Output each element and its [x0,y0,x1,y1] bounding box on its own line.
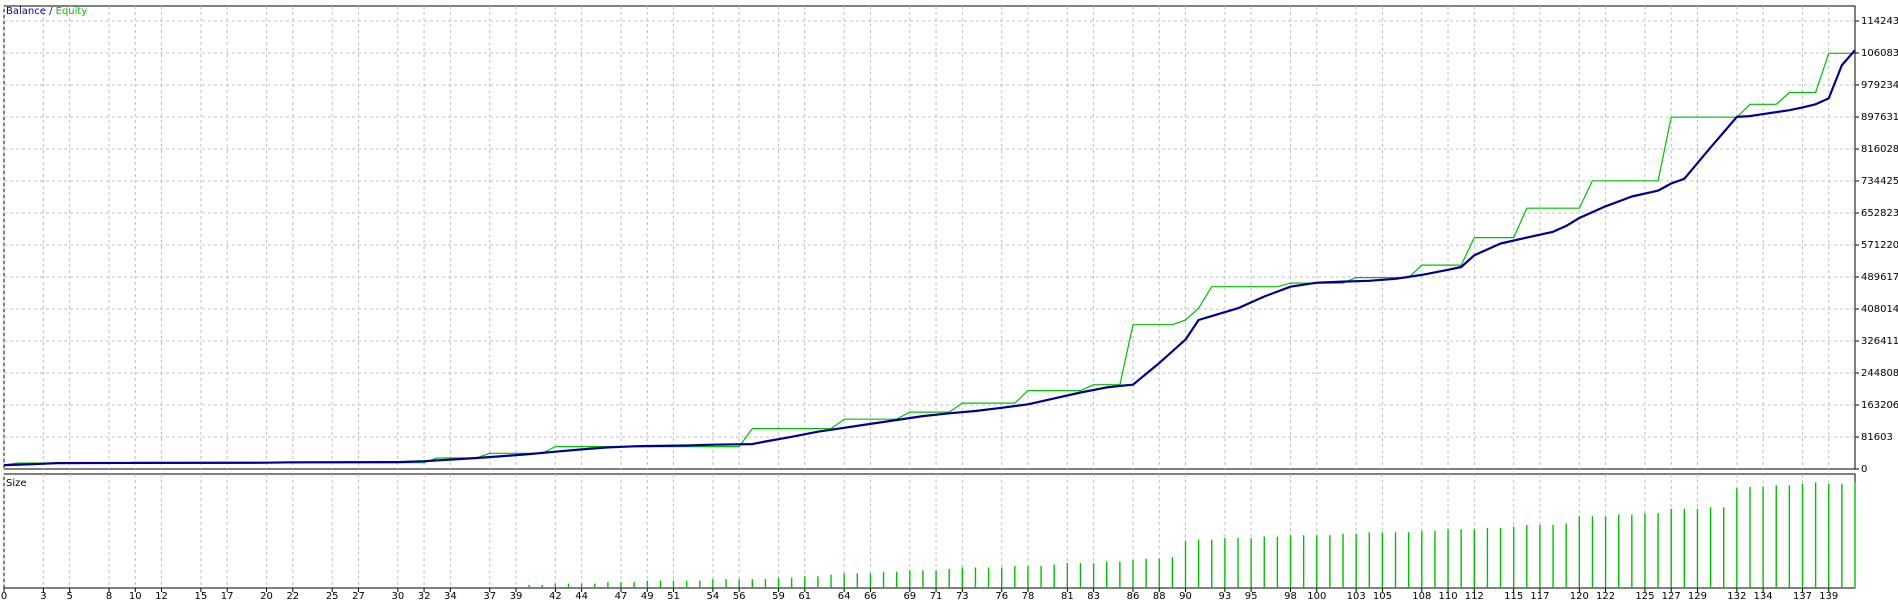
x-tick-label: 15 [195,591,208,602]
x-tick-label: 17 [221,591,234,602]
main-panel-frame [3,5,1856,470]
legend-balance: Balance [6,6,46,17]
x-tick-label: 12 [155,591,168,602]
x-tick-label: 90 [1179,591,1192,602]
x-tick-label: 134 [1754,591,1773,602]
x-tick-label: 105 [1373,591,1392,602]
x-tick-label: 44 [575,591,588,602]
x-tick-label: 56 [733,591,746,602]
y-tick-label: 244808 [1861,368,1898,379]
y-tick-label: 734425 [1861,176,1898,187]
y-tick-label: 81603 [1861,432,1893,443]
balance-equity-chart: 0816031632062448083264114080144896175712… [1,5,1898,602]
y-tick-label: 897631 [1861,112,1898,123]
chart-legend: Balance / Equity [6,6,87,17]
x-tick-label: 115 [1504,591,1523,602]
x-tick-label: 88 [1153,591,1166,602]
x-tick-label: 137 [1793,591,1812,602]
x-tick-label: 20 [260,591,273,602]
x-tick-label: 78 [1022,591,1035,602]
x-tick-label: 129 [1688,591,1707,602]
size-panel-frame [3,473,1856,589]
size-panel-label: Size [6,478,27,489]
x-tick-label: 61 [798,591,811,602]
equity-line [3,52,1855,466]
y-tick-label: 163206 [1861,400,1898,411]
y-tick-label: 326411 [1861,336,1898,347]
chart-container: 0 81603 163206 244808 326411 408014 489617 5712… [0,0,1898,606]
y-tick-label: 571220 [1861,240,1898,251]
x-tick-label: 37 [483,591,496,602]
x-tick-label: 122 [1596,591,1615,602]
x-tick-label: 42 [549,591,562,602]
x-tick-label: 49 [641,591,654,602]
x-tick-label: 39 [510,591,523,602]
x-tick-label: 22 [286,591,299,602]
y-tick-label: 816028 [1861,144,1898,155]
x-tick-label: 86 [1127,591,1140,602]
x-tick-label: 108 [1412,591,1431,602]
x-tick-label: 95 [1245,591,1258,602]
x-tick-label: 51 [667,591,680,602]
x-tick-label: 71 [930,591,943,602]
x-tick-label: 5 [66,591,72,602]
x-tick-label: 83 [1087,591,1100,602]
y-tick-label: 652823 [1861,208,1898,219]
x-tick-label: 59 [772,591,785,602]
x-tick-label: 120 [1570,591,1589,602]
x-tick-label: 112 [1465,591,1484,602]
y-tick-label: 408014 [1861,304,1898,315]
x-tick-label: 47 [615,591,628,602]
x-tick-label: 93 [1219,591,1232,602]
x-tick-label: 139 [1819,591,1838,602]
x-tick-label: 76 [995,591,1008,602]
x-tick-label: 117 [1530,591,1549,602]
x-tick-label: 10 [129,591,142,602]
x-tick-label: 66 [864,591,877,602]
x-tick-label: 25 [326,591,339,602]
y-tick-label: 0 [1861,464,1867,475]
x-tick-label: 54 [707,591,720,602]
x-tick-label: 100 [1307,591,1326,602]
x-tick-label: 73 [956,591,969,602]
y-tick-label: 489617 [1861,272,1898,283]
x-tick-label: 110 [1438,591,1457,602]
y-tick-label: 979234 [1861,80,1898,91]
x-tick-label: 127 [1662,591,1681,602]
balance-line [3,49,1856,467]
x-tick-label: 132 [1727,591,1746,602]
x-tick-label: 34 [444,591,457,602]
x-tick-label: 103 [1347,591,1366,602]
x-tick-label: 27 [352,591,365,602]
y-tick-label: 1142439 [1861,16,1898,27]
x-tick-label: 3 [40,591,46,602]
x-tick-label: 30 [391,591,404,602]
x-tick-label: 98 [1284,591,1297,602]
x-tick-label: 125 [1635,591,1654,602]
x-tick-label: 32 [418,591,431,602]
x-tick-label: 64 [838,591,851,602]
x-tick-label: 8 [106,591,112,602]
x-tick-label: 0 [1,591,7,602]
x-tick-label: 69 [903,591,916,602]
legend-separator: / [45,6,56,17]
x-tick-label: 81 [1061,591,1074,602]
y-tick-label: 1060837 [1861,48,1898,59]
legend-equity: Equity [55,6,88,17]
